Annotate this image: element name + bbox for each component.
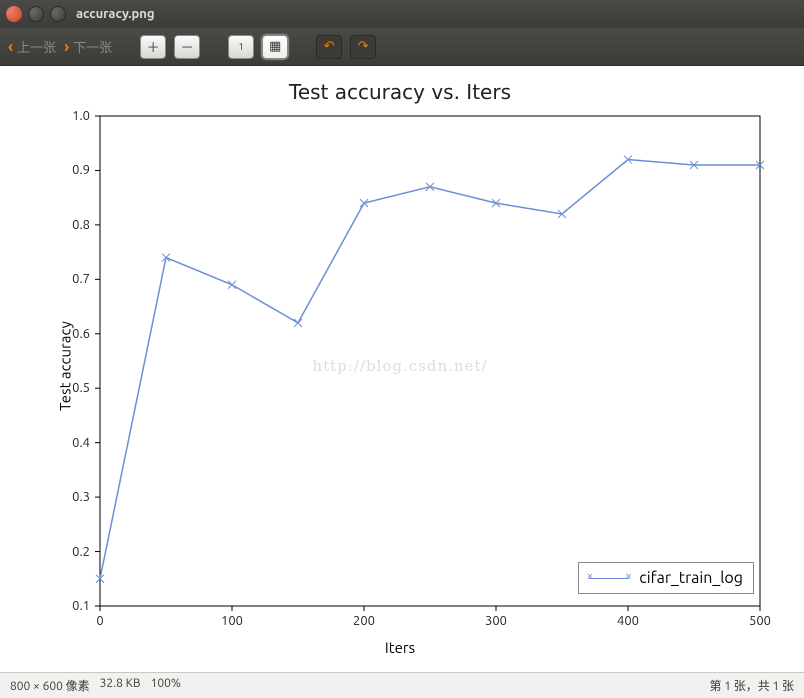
y-tick-label: 0.5 [60,381,90,395]
chart-title: Test accuracy vs. Iters [289,80,511,104]
nav-next-label: 下一张 [73,37,112,56]
chevron-right-icon: › [64,38,69,56]
x-tick-label: 100 [221,614,243,628]
x-tick-label: 200 [353,614,375,628]
toolbar: ‹ 上一张 › 下一张 ＋ － 1 ▦ ↶ ↷ [0,28,804,66]
fit-icon: ▦ [269,39,281,54]
y-tick-label: 1.0 [60,109,90,123]
nav-next[interactable]: › 下一张 [64,37,112,56]
x-axis-label: Iters [385,639,415,656]
y-tick-label: 0.7 [60,272,90,286]
status-filesize: 32.8 KB [100,677,141,694]
image-viewport[interactable]: Test accuracy vs. Iters Test accuracy It… [0,66,804,672]
x-tick-label: 400 [617,614,639,628]
y-tick-label: 0.8 [60,218,90,232]
status-dimensions: 800 × 600 像素 [10,677,90,694]
statusbar: 800 × 600 像素 32.8 KB 100% 第 1 张，共 1 张 [0,672,804,698]
rotate-ccw-icon: ↶ [324,39,335,54]
legend-line-icon [589,578,629,579]
legend-label: cifar_train_log [639,569,743,587]
nav-prev[interactable]: ‹ 上一张 [8,37,56,56]
window-titlebar: accuracy.png [0,0,804,28]
window-minimize-button[interactable] [28,6,44,22]
zoom-in-button[interactable]: ＋ [140,35,166,59]
rotate-ccw-button[interactable]: ↶ [316,35,342,59]
status-zoom: 100% [151,677,181,694]
window-maximize-button[interactable] [50,6,66,22]
x-tick-label: 500 [749,614,771,628]
nav-prev-label: 上一张 [17,37,56,56]
rotate-cw-button[interactable]: ↷ [350,35,376,59]
window-close-button[interactable] [6,6,22,22]
x-tick-label: 0 [96,614,103,628]
y-tick-label: 0.9 [60,163,90,177]
y-tick-label: 0.1 [60,599,90,613]
y-tick-label: 0.6 [60,327,90,341]
chevron-left-icon: ‹ [8,38,13,56]
zoom-actual-button[interactable]: 1 [228,35,254,59]
y-tick-label: 0.2 [60,545,90,559]
chart: Test accuracy vs. Iters Test accuracy It… [0,66,800,666]
legend: cifar_train_log [578,562,754,594]
zoom-out-icon: － [181,37,194,56]
one-to-one-icon: 1 [238,41,244,52]
x-tick-label: 300 [485,614,507,628]
status-page: 第 1 张，共 1 张 [709,677,794,694]
zoom-out-button[interactable]: － [174,35,200,59]
zoom-in-icon: ＋ [147,37,160,56]
zoom-fit-button[interactable]: ▦ [262,35,288,59]
rotate-cw-icon: ↷ [358,39,369,54]
y-tick-label: 0.4 [60,436,90,450]
window-title: accuracy.png [76,7,155,21]
y-tick-label: 0.3 [60,490,90,504]
